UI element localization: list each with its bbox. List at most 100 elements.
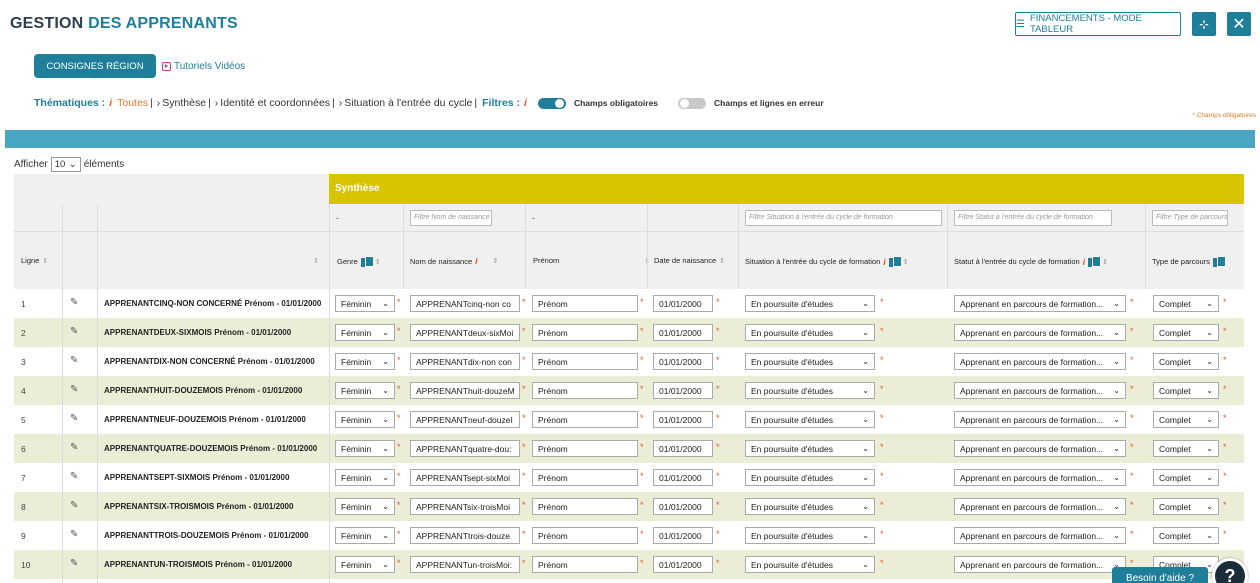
copy-column-icon[interactable] [888, 256, 902, 267]
help-button[interactable]: Besoin d'aide ? [1112, 567, 1208, 583]
genre-select[interactable]: Féminin ⌄ [335, 324, 395, 341]
situation-select[interactable]: En poursuite d'études ⌄ [745, 469, 875, 486]
edit-icon[interactable]: ✎ [70, 355, 78, 366]
header-situation[interactable]: Situation à l'entrée du cycle de formati… [745, 256, 909, 267]
tutoriels-link[interactable]: Tutoriels Vidéos [162, 61, 245, 72]
nom-input[interactable]: APPRENANTcinq-non co [410, 295, 520, 312]
date-input[interactable]: 01/01/2000 [653, 411, 713, 428]
prenom-input[interactable]: Prénom [532, 382, 638, 399]
statut-select[interactable]: Apprenant en parcours de formation... ⌄ [954, 295, 1126, 312]
nom-input[interactable]: APPRENANTtrois-douze [410, 527, 520, 544]
header-prenom[interactable]: Prénom ⇕ [533, 256, 650, 265]
prenom-input[interactable]: Prénom [532, 498, 638, 515]
date-input[interactable]: 01/01/2000 [653, 440, 713, 457]
header-nom[interactable]: Nom de naissance i ⇕ [410, 256, 499, 266]
nom-input[interactable]: APPRENANTsept-sixMoi [410, 469, 520, 486]
nom-input[interactable]: APPRENANTneuf-douzeI [410, 411, 520, 428]
genre-select[interactable]: Féminin ⌄ [335, 440, 395, 457]
filter-situation-input[interactable]: Filtre Situation à l'entrée du cycle de … [745, 210, 942, 226]
nom-input[interactable]: APPRENANTdix-non con [410, 353, 520, 370]
sort-icon[interactable]: ⇕ [313, 257, 319, 265]
genre-select[interactable]: Féminin ⌄ [335, 382, 395, 399]
prenom-input[interactable]: Prénom [532, 556, 638, 573]
prenom-input[interactable]: Prénom [532, 353, 638, 370]
situation-select[interactable]: En poursuite d'études ⌄ [745, 527, 875, 544]
type-select[interactable]: Complet ⌄ [1153, 295, 1219, 312]
date-input[interactable]: 01/01/2000 [653, 353, 713, 370]
genre-select[interactable]: Féminin ⌄ [335, 353, 395, 370]
type-select[interactable]: Complet ⌄ [1153, 324, 1219, 341]
header-date[interactable]: Date de naissance ⇕ [654, 256, 725, 265]
situation-select[interactable]: En poursuite d'études ⌄ [745, 382, 875, 399]
header-type[interactable]: Type de parcours [1152, 256, 1226, 267]
compress-button[interactable]: ⊹ [1192, 12, 1216, 36]
prenom-input[interactable]: Prénom [532, 469, 638, 486]
date-input[interactable]: 01/01/2000 [653, 382, 713, 399]
filter-statut-input[interactable]: Filtre Statut à l'entrée du cycle de for… [954, 210, 1112, 226]
info-icon[interactable]: i [109, 97, 112, 109]
situation-select[interactable]: En poursuite d'études ⌄ [745, 411, 875, 428]
edit-icon[interactable]: ✎ [70, 326, 78, 337]
prenom-input[interactable]: Prénom [532, 440, 638, 457]
prenom-input[interactable]: Prénom [532, 411, 638, 428]
edit-icon[interactable]: ✎ [70, 442, 78, 453]
info-icon[interactable]: i [1083, 257, 1086, 267]
type-select[interactable]: Complet ⌄ [1153, 440, 1219, 457]
type-select[interactable]: Complet ⌄ [1153, 469, 1219, 486]
statut-select[interactable]: Apprenant en parcours de formation... ⌄ [954, 556, 1126, 573]
page-length-select[interactable]: 10 ⌄ [50, 157, 81, 172]
date-input[interactable]: 01/01/2000 [653, 469, 713, 486]
prenom-input[interactable]: Prénom [532, 527, 638, 544]
genre-select[interactable]: Féminin ⌄ [335, 469, 395, 486]
toggle-champs-obligatoires[interactable] [537, 97, 566, 109]
theme-identite[interactable]: Identité et coordonnées [220, 97, 330, 109]
genre-select[interactable]: Féminin ⌄ [335, 411, 395, 428]
theme-situation[interactable]: Situation à l'entrée du cycle [344, 97, 472, 109]
situation-select[interactable]: En poursuite d'études ⌄ [745, 440, 875, 457]
nom-input[interactable]: APPRENANThuit-douzeM [410, 382, 520, 399]
type-select[interactable]: Complet ⌄ [1153, 527, 1219, 544]
copy-column-icon[interactable] [360, 256, 374, 267]
header-ligne[interactable]: Ligne ⇕ [21, 256, 48, 265]
date-input[interactable]: 01/01/2000 [653, 527, 713, 544]
info-icon[interactable]: i [524, 97, 527, 109]
edit-icon[interactable]: ✎ [70, 558, 78, 569]
edit-icon[interactable]: ✎ [70, 413, 78, 424]
type-select[interactable]: Complet ⌄ [1153, 498, 1219, 515]
date-input[interactable]: 01/01/2000 [653, 324, 713, 341]
edit-icon[interactable]: ✎ [70, 500, 78, 511]
info-icon[interactable]: i [475, 256, 478, 266]
edit-icon[interactable]: ✎ [70, 384, 78, 395]
type-select[interactable]: Complet ⌄ [1153, 382, 1219, 399]
prenom-input[interactable]: Prénom [532, 324, 638, 341]
statut-select[interactable]: Apprenant en parcours de formation... ⌄ [954, 324, 1126, 341]
filter-type-input[interactable]: Filtre Type de parcours [1152, 210, 1228, 226]
nom-input[interactable]: APPRENANTquatre-dou: [410, 440, 520, 457]
statut-select[interactable]: Apprenant en parcours de formation... ⌄ [954, 469, 1126, 486]
edit-icon[interactable]: ✎ [70, 529, 78, 540]
statut-select[interactable]: Apprenant en parcours de formation... ⌄ [954, 382, 1126, 399]
copy-column-icon[interactable] [1088, 256, 1102, 267]
statut-select[interactable]: Apprenant en parcours de formation... ⌄ [954, 440, 1126, 457]
nom-input[interactable]: APPRENANTdeux-sixMoi [410, 324, 520, 341]
date-input[interactable]: 01/01/2000 [653, 498, 713, 515]
filter-nom-input[interactable]: Filtre Nom de naissance [410, 210, 492, 226]
type-select[interactable]: Complet ⌄ [1153, 411, 1219, 428]
copy-column-icon[interactable] [1212, 256, 1226, 267]
edit-icon[interactable]: ✎ [70, 297, 78, 308]
genre-select[interactable]: Féminin ⌄ [335, 295, 395, 312]
theme-toutes[interactable]: Toutes [117, 97, 148, 109]
genre-select[interactable]: Féminin ⌄ [335, 498, 395, 515]
nom-input[interactable]: APPRENANTsix-troisMoi [410, 498, 520, 515]
statut-select[interactable]: Apprenant en parcours de formation... ⌄ [954, 498, 1126, 515]
theme-synthese[interactable]: Synthèse [162, 97, 206, 109]
statut-select[interactable]: Apprenant en parcours de formation... ⌄ [954, 527, 1126, 544]
header-genre[interactable]: Genre ⇕ [337, 256, 381, 267]
situation-select[interactable]: En poursuite d'études ⌄ [745, 295, 875, 312]
genre-select[interactable]: Féminin ⌄ [335, 527, 395, 544]
situation-select[interactable]: En poursuite d'études ⌄ [745, 556, 875, 573]
toggle-champs-erreur[interactable] [678, 97, 707, 109]
situation-select[interactable]: En poursuite d'études ⌄ [745, 498, 875, 515]
situation-select[interactable]: En poursuite d'études ⌄ [745, 324, 875, 341]
situation-select[interactable]: En poursuite d'études ⌄ [745, 353, 875, 370]
